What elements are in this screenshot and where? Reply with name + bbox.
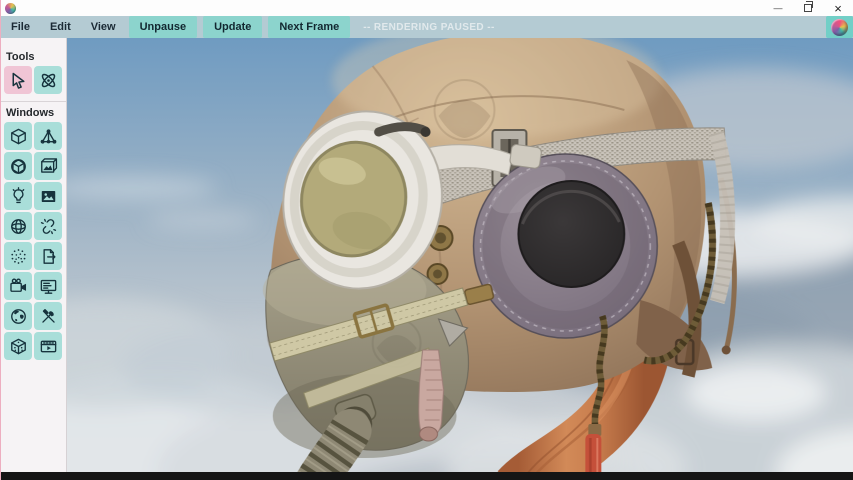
window-button-film[interactable]	[34, 332, 62, 360]
hanging-strap	[419, 350, 444, 441]
window-button-geosphere[interactable]	[4, 152, 32, 180]
select-cursor-icon	[8, 70, 29, 91]
rendering-status: -- RENDERING PAUSED --	[363, 22, 494, 33]
close-button[interactable]: ×	[823, 0, 853, 16]
window-button-point-cloud[interactable]	[4, 242, 32, 270]
tools-grid	[1, 66, 66, 94]
monitor-icon	[39, 277, 58, 296]
move-tool-button[interactable]	[34, 66, 62, 94]
headphone-speaker	[518, 181, 624, 287]
menu-edit[interactable]: Edit	[40, 16, 81, 38]
bottom-bar	[1, 472, 853, 480]
restore-icon	[804, 4, 812, 12]
wireframe-pyramid-icon	[39, 127, 58, 146]
window-button-mesh-cube[interactable]	[4, 122, 32, 150]
window-controls: — ×	[763, 0, 853, 16]
window-button-broken-link[interactable]	[34, 212, 62, 240]
export-document-icon	[39, 247, 58, 266]
menu-bar: File Edit View Unpause Update Next Frame…	[1, 16, 853, 38]
maximize-restore-button[interactable]	[793, 0, 823, 16]
sphere-logo-icon	[831, 19, 848, 36]
window-button-light[interactable]	[4, 182, 32, 210]
sidebar-divider	[1, 101, 66, 102]
window-button-image[interactable]	[34, 182, 62, 210]
crossed-tools-icon	[39, 307, 58, 326]
window-button-dice[interactable]	[4, 332, 32, 360]
tools-section-label: Tools	[6, 51, 66, 63]
viewport-3d[interactable]	[67, 38, 853, 472]
next-frame-button[interactable]: Next Frame	[268, 16, 350, 38]
main-area: Tools Windows	[1, 38, 853, 472]
windows-section-label: Windows	[6, 107, 66, 119]
renderer-logo-button[interactable]	[826, 16, 853, 38]
minimize-button[interactable]: —	[763, 0, 793, 16]
app-logo-icon	[5, 3, 16, 14]
red-plug	[585, 434, 601, 472]
update-button[interactable]: Update	[203, 16, 262, 38]
select-tool-button[interactable]	[4, 66, 32, 94]
app-window: — × File Edit View Unpause Update Next F…	[0, 0, 853, 480]
window-button-earth[interactable]	[4, 302, 32, 330]
window-button-camera[interactable]	[4, 272, 32, 300]
point-cloud-sphere-icon	[9, 247, 28, 266]
window-button-tools[interactable]	[34, 302, 62, 330]
light-bulb-icon	[9, 187, 28, 206]
dice-cube-icon	[9, 337, 28, 356]
sidebar: Tools Windows	[1, 38, 67, 472]
render-scene	[67, 38, 853, 472]
render-box-icon	[39, 157, 58, 176]
earth-globe-icon	[9, 307, 28, 326]
window-button-render-box[interactable]	[34, 152, 62, 180]
titlebar: — ×	[1, 0, 853, 16]
window-button-export-document[interactable]	[34, 242, 62, 270]
window-button-wireframe-sphere[interactable]	[4, 212, 32, 240]
move-orbit-icon	[38, 70, 59, 91]
window-button-wireframe-pyramid[interactable]	[34, 122, 62, 150]
film-clip-icon	[39, 337, 58, 356]
broken-link-icon	[39, 217, 58, 236]
wireframe-sphere-icon	[9, 217, 28, 236]
window-button-monitor[interactable]	[34, 272, 62, 300]
image-icon	[39, 187, 58, 206]
unpause-button[interactable]: Unpause	[129, 16, 197, 38]
menu-file[interactable]: File	[1, 16, 40, 38]
menu-view[interactable]: View	[81, 16, 126, 38]
geosphere-icon	[9, 157, 28, 176]
ear-cup	[473, 154, 657, 338]
windows-grid	[1, 122, 66, 360]
mesh-cube-icon	[9, 127, 28, 146]
movie-camera-icon	[9, 277, 28, 296]
